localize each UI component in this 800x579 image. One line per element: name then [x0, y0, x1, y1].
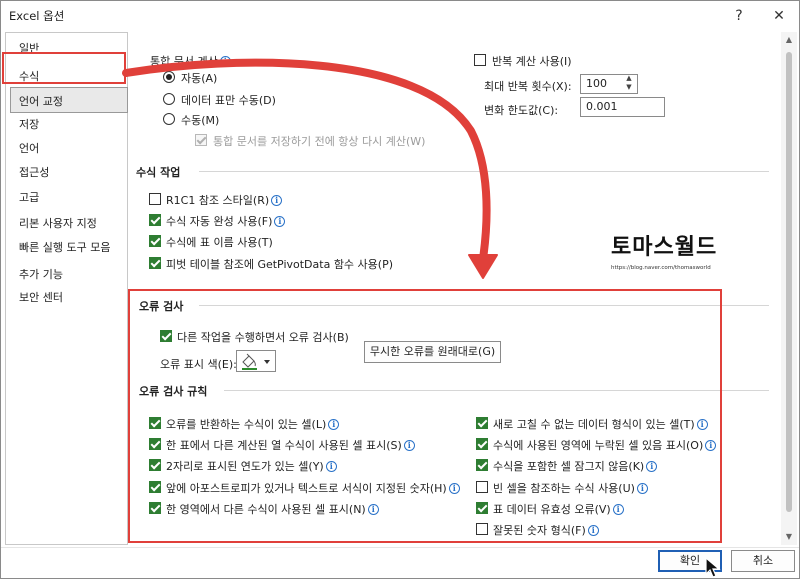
cancel-button[interactable]: 취소 — [731, 550, 795, 572]
scroll-down-icon[interactable]: ▼ — [784, 532, 794, 541]
mouse-cursor-icon — [705, 557, 721, 578]
excel-options-dialog: Excel 옵션 ? ✕ 일반 수식 언어 교정 저장 언어 접근성 고급 리본… — [0, 0, 800, 579]
error-checking-highlight-box — [128, 289, 722, 543]
scrollbar-thumb[interactable] — [786, 52, 792, 512]
watermark-url: https://blog.naver.com/thomasworld — [611, 265, 711, 271]
footer-divider — [1, 547, 799, 548]
vertical-scrollbar[interactable]: ▲ ▼ — [781, 32, 797, 545]
scroll-up-icon[interactable]: ▲ — [784, 35, 794, 44]
watermark-logo: 토마스월드 — [611, 235, 718, 260]
